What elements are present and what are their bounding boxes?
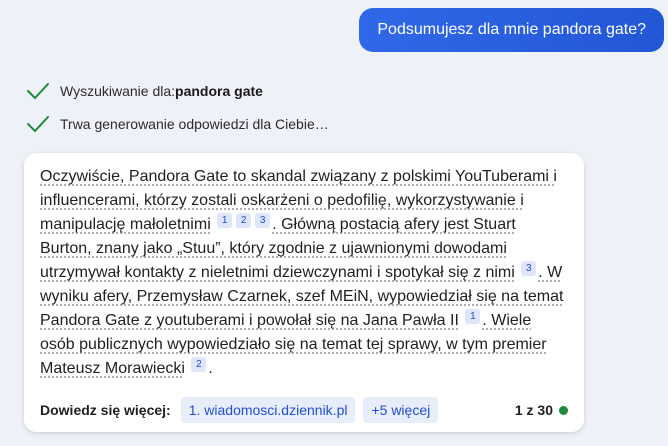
citation-badge[interactable]: 2 <box>236 213 252 228</box>
response-counter-text: 1 z 30 <box>514 402 553 418</box>
user-message-bubble: Podsumujesz dla mnie pandora gate? <box>359 8 664 52</box>
learn-more-bar: Dowiedz się więcej: 1. wiadomosci.dzienn… <box>24 388 584 432</box>
citation-badge[interactable]: 3 <box>521 261 537 276</box>
search-step-label: Wyszukiwanie dla: <box>60 83 176 99</box>
citation-badge[interactable]: 2 <box>191 357 207 372</box>
check-icon <box>27 116 49 132</box>
citation-badge[interactable]: 3 <box>255 213 271 228</box>
citation-badge[interactable]: 1 <box>217 213 233 228</box>
answer-text: Oczywiście, Pandora Gate to skandal zwią… <box>40 165 570 381</box>
response-counter: 1 z 30 <box>515 402 568 418</box>
learn-more-label: Dowiedz się więcej: <box>40 402 171 418</box>
status-dot-icon <box>559 405 568 415</box>
answer-end: . <box>208 360 213 377</box>
generating-step: Trwa generowanie odpowiedzi dla Ciebie… <box>26 113 329 135</box>
answer-card: Oczywiście, Pandora Gate to skandal zwią… <box>24 153 584 432</box>
search-query: pandora gate <box>175 83 263 99</box>
citation-badge[interactable]: 1 <box>465 309 481 324</box>
check-icon <box>27 83 49 99</box>
generating-step-label: Trwa generowanie odpowiedzi dla Ciebie… <box>60 116 329 132</box>
more-sources-button[interactable]: +5 więcej <box>363 397 439 423</box>
search-step: Wyszukiwanie dla: pandora gate <box>26 80 263 102</box>
source-link[interactable]: 1. wiadomosci.dziennik.pl <box>180 397 356 423</box>
